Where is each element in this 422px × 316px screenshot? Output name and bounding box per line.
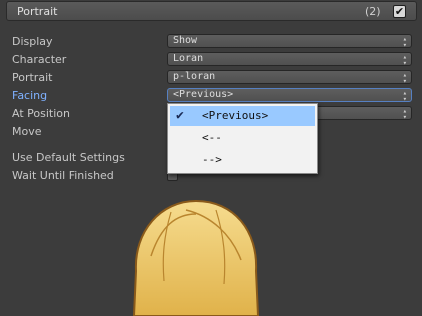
header-title: Portrait (17, 5, 58, 18)
enable-checkbox[interactable]: ✔ (393, 5, 406, 18)
updown-arrows-icon: ▴ ▾ (402, 53, 407, 67)
facing-value: <Previous> (173, 89, 234, 100)
updown-arrows-icon: ▴ ▾ (402, 35, 407, 49)
display-label: Display (12, 35, 53, 48)
use-default-settings-label: Use Default Settings (12, 151, 125, 164)
portrait-value: p-loran (173, 71, 216, 82)
character-value: Loran (173, 53, 204, 64)
updown-arrows-icon: ▴ ▾ (402, 71, 407, 85)
move-label: Move (12, 125, 42, 138)
dropdown-option-previous[interactable]: ✔ <Previous> (170, 106, 315, 126)
option-label: --> (202, 153, 222, 166)
facing-select[interactable]: <Previous> ▴ ▾ (167, 88, 412, 103)
check-icon: ✔ (176, 108, 184, 123)
wait-until-finished-label: Wait Until Finished (12, 169, 114, 182)
updown-arrows-icon: ▴ ▾ (402, 107, 407, 121)
facing-label: Facing (12, 89, 48, 102)
updown-arrows-icon: ▴ ▾ (402, 89, 407, 103)
character-select[interactable]: Loran ▴ ▾ (167, 52, 412, 67)
portrait-header[interactable]: Portrait (2) ✔ (6, 1, 417, 21)
option-label: <Previous> (202, 109, 269, 122)
dropdown-option-right[interactable]: --> (170, 150, 315, 170)
dropdown-option-left[interactable]: <-- (170, 128, 315, 148)
character-portrait-image (132, 199, 260, 316)
display-value: Show (173, 35, 198, 46)
check-icon: ✔ (394, 5, 405, 18)
facing-dropdown-menu: ✔ <Previous> <-- --> (167, 103, 318, 174)
header-count: (2) (365, 5, 381, 18)
display-select[interactable]: Show ▴ ▾ (167, 34, 412, 49)
at-position-label: At Position (12, 107, 70, 120)
portrait-select[interactable]: p-loran ▴ ▾ (167, 70, 412, 85)
character-label: Character (12, 53, 67, 66)
portrait-label: Portrait (12, 71, 53, 84)
option-label: <-- (202, 131, 222, 144)
